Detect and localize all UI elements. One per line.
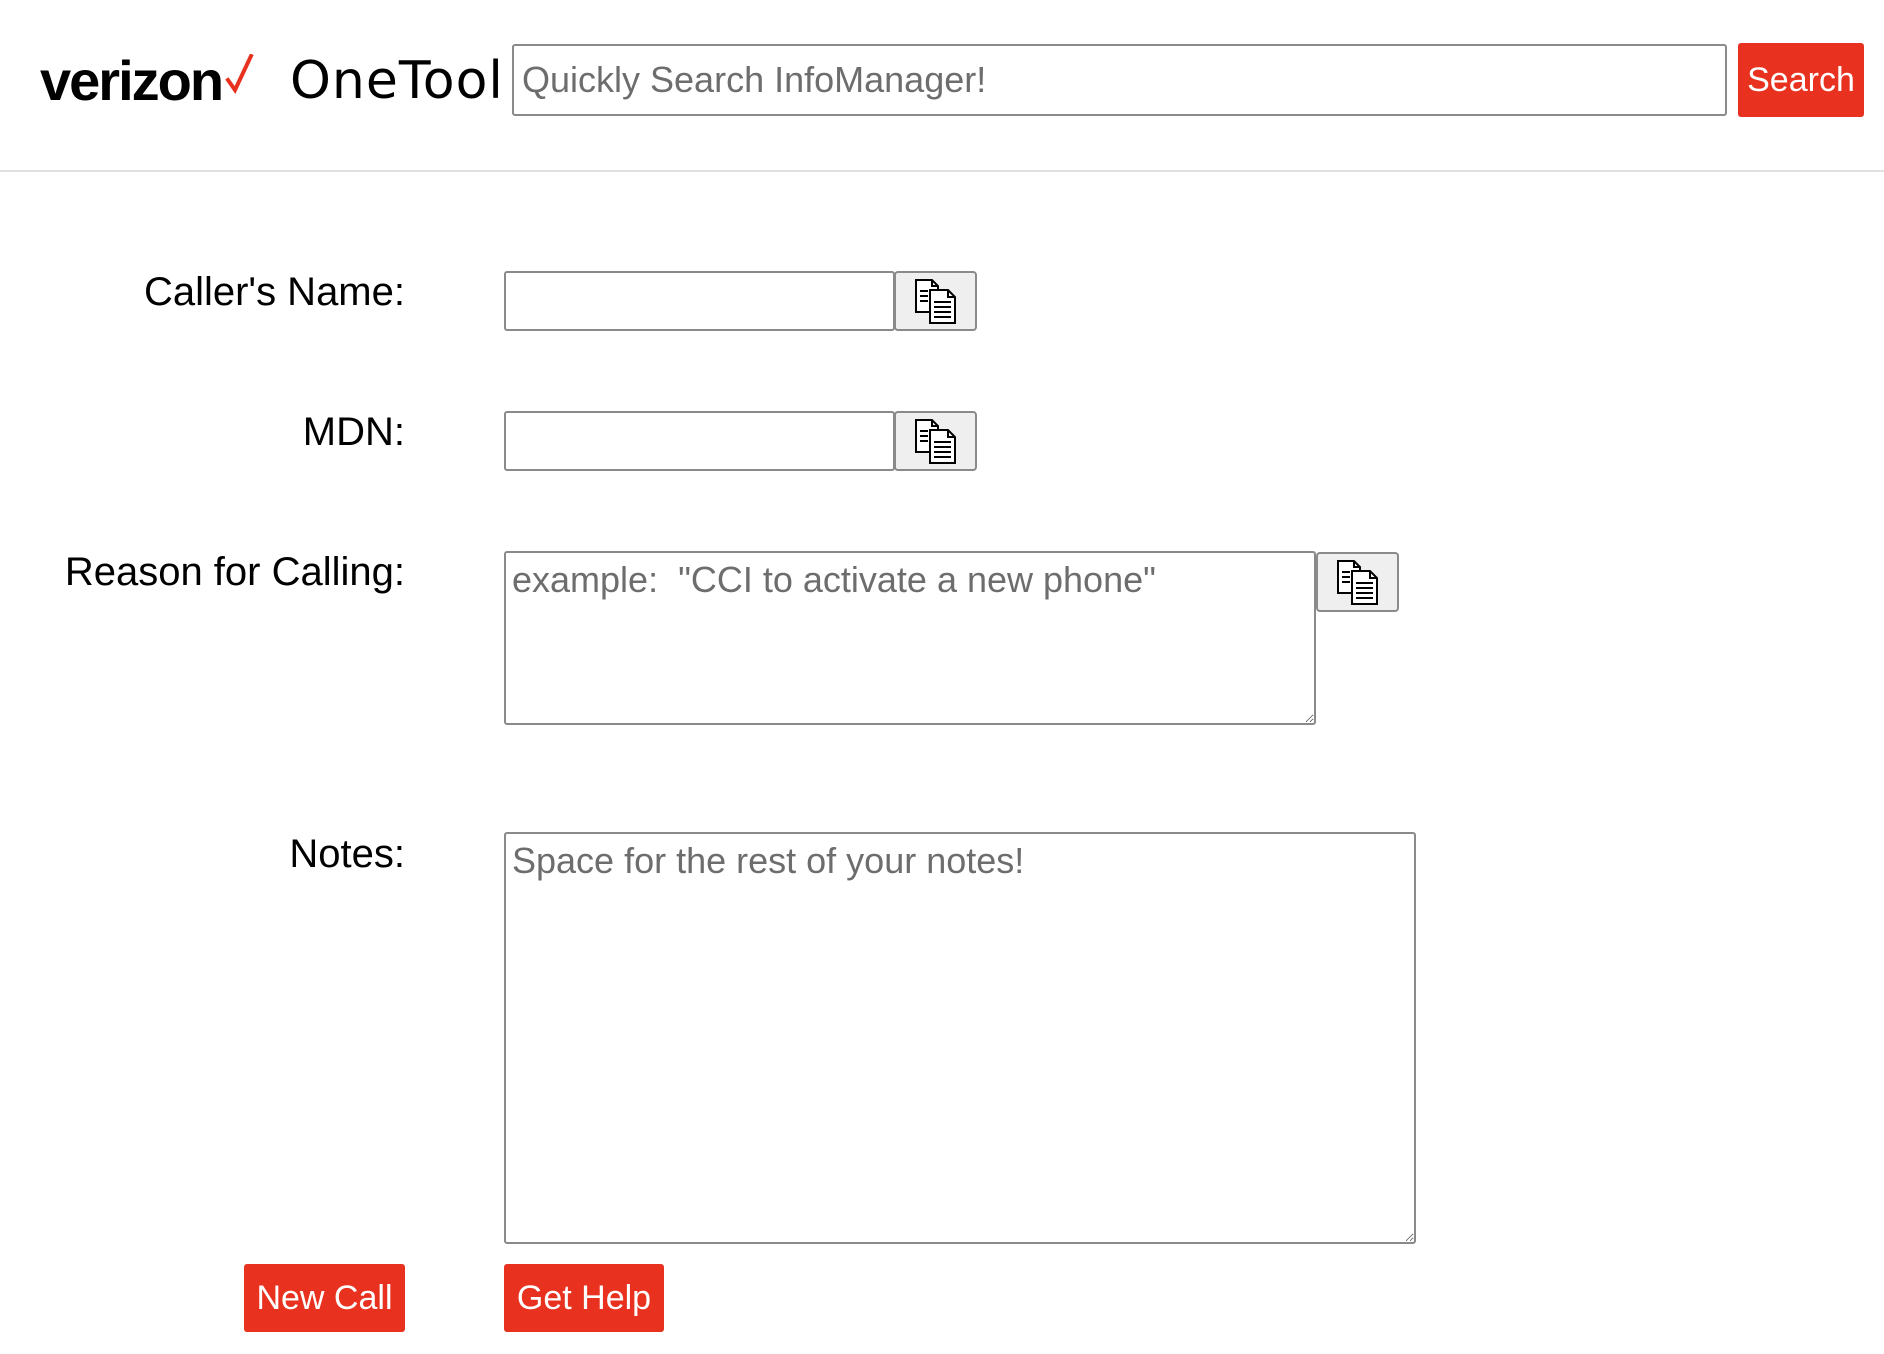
copy-icon — [914, 279, 956, 324]
app-title: OneTool — [290, 51, 504, 111]
search-input[interactable] — [512, 44, 1727, 116]
reason-textarea[interactable] — [504, 551, 1316, 725]
copy-reason-button[interactable] — [1316, 552, 1399, 612]
copy-callers-name-button[interactable] — [894, 271, 977, 331]
notes-textarea[interactable] — [504, 832, 1416, 1244]
get-help-button[interactable]: Get Help — [504, 1264, 664, 1332]
new-call-button[interactable]: New Call — [244, 1264, 405, 1332]
header: verizon OneTool Search — [0, 0, 1884, 172]
notes-label: Notes: — [289, 832, 405, 876]
mdn-field[interactable] — [504, 411, 895, 471]
callers-name-field[interactable] — [504, 271, 895, 331]
logo-text: verizon — [40, 49, 224, 112]
copy-icon — [1336, 560, 1378, 605]
callers-name-label: Caller's Name: — [143, 270, 405, 314]
mdn-label: MDN: — [302, 410, 405, 454]
verizon-logo[interactable]: verizon — [40, 46, 254, 116]
copy-mdn-button[interactable] — [894, 411, 977, 471]
reason-label: Reason for Calling: — [64, 550, 405, 594]
check-icon — [225, 54, 254, 94]
search-button[interactable]: Search — [1738, 43, 1864, 117]
copy-icon — [914, 419, 956, 464]
